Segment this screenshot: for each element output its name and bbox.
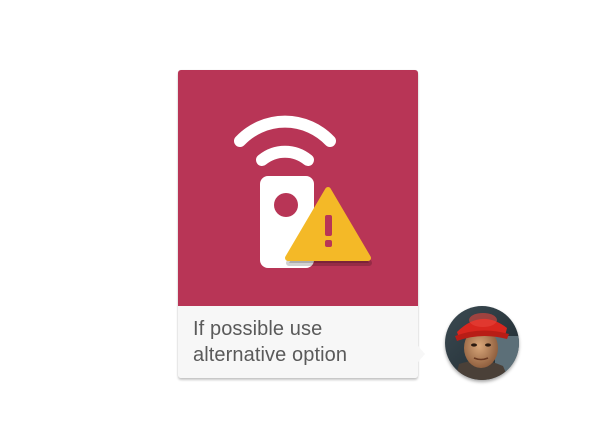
remote-button: [274, 193, 298, 217]
wifi-arc-outer: [234, 115, 336, 147]
wifi-arc-inner: [256, 145, 314, 166]
user-avatar[interactable]: [445, 306, 519, 380]
bubble-tail: [418, 346, 425, 362]
message-caption: If possible use alternative option: [178, 306, 418, 378]
warning-mark-dot: [325, 240, 332, 247]
remote-wifi-warning-icon: [234, 115, 372, 268]
message-hero-image: [178, 70, 418, 306]
warning-mark-line: [325, 215, 332, 236]
message-card[interactable]: If possible use alternative option: [178, 70, 425, 378]
chat-stage: If possible use alternative option: [0, 0, 600, 448]
caption-text: If possible use alternative option: [193, 318, 348, 366]
avatar-image: [445, 306, 519, 380]
